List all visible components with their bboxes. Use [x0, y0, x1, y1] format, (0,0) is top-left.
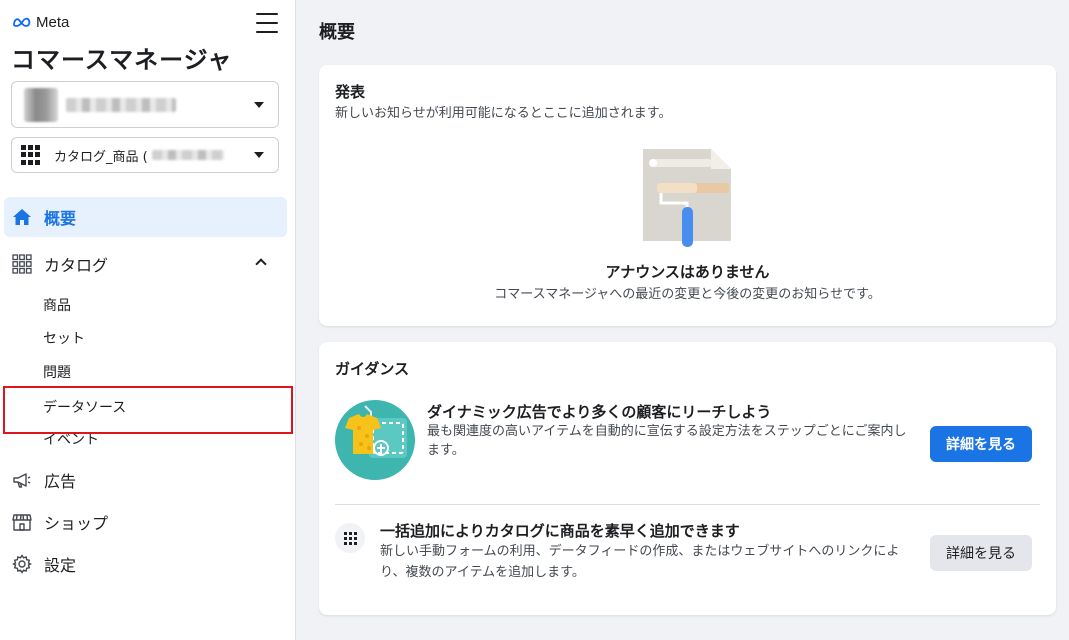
- nav-ads[interactable]: 広告: [4, 460, 287, 500]
- menu-icon[interactable]: [256, 13, 278, 33]
- home-icon: [11, 206, 33, 228]
- meta-infinity-icon: [13, 17, 31, 27]
- chevron-up-icon[interactable]: [255, 258, 267, 270]
- nav-shop-label: ショップ: [44, 514, 109, 533]
- bulk-add-grid-icon: [335, 523, 365, 553]
- subnav-sets[interactable]: セット: [43, 329, 85, 349]
- guide-item-1-desc: 最も関連度の高いアイテムを自動的に宣伝する設定方法をステップごとにご案内します。: [427, 424, 907, 458]
- page-title: 概要: [319, 22, 355, 43]
- account-selector[interactable]: [11, 81, 279, 128]
- nav-overview[interactable]: 概要: [4, 197, 287, 237]
- meta-logo[interactable]: Meta: [12, 12, 69, 32]
- dynamic-ads-learn-more-button[interactable]: 詳細を見る: [930, 426, 1032, 462]
- nav-settings[interactable]: 設定: [4, 544, 287, 584]
- catalog-grid-icon: [11, 253, 33, 275]
- divider: [335, 504, 1040, 505]
- announcements-title: 発表: [335, 83, 366, 101]
- caret-down-icon: [254, 152, 264, 158]
- caret-down-icon: [254, 101, 264, 108]
- subnav-issues[interactable]: 問題: [43, 363, 71, 383]
- gear-icon: [11, 553, 33, 575]
- catalog-selector-label: カタログ_商品 (: [54, 149, 148, 165]
- announcements-card: 発表 新しいお知らせが利用可能になるとここに追加されます。 アナウンスはありませ…: [319, 65, 1056, 326]
- paint-roller-illustration: [643, 149, 731, 247]
- bulk-add-learn-more-button[interactable]: 詳細を見る: [930, 535, 1032, 571]
- guide-item-2-desc: 新しい手動フォームの利用、データフィードの作成、またはウェブサイトへのリンクによ…: [380, 544, 900, 580]
- nav-shop[interactable]: ショップ: [4, 502, 287, 542]
- nav-catalog[interactable]: カタログ: [4, 244, 287, 284]
- guidance-title: ガイダンス: [335, 360, 410, 378]
- catalog-id-redacted: [151, 150, 224, 160]
- catalog-selector[interactable]: カタログ_商品 (: [11, 137, 279, 173]
- sidebar: Meta コマースマネージャ カタログ_商品 ( 概要 カタログ 商品 セット …: [0, 0, 296, 640]
- grid-icon: [21, 145, 41, 165]
- guide-item-2-title: 一括追加によりカタログに商品を素早く追加できます: [380, 522, 740, 540]
- storefront-icon: [11, 511, 33, 533]
- nav-settings-label: 設定: [44, 556, 77, 575]
- announcements-subtitle: 新しいお知らせが利用可能になるとここに追加されます。: [335, 106, 672, 121]
- empty-state-title: アナウンスはありません: [605, 263, 770, 281]
- empty-state-subtitle: コマースマネージャへの最近の変更と今後の変更のお知らせです。: [494, 287, 881, 302]
- nav-ads-label: 広告: [44, 472, 77, 491]
- nav-overview-label: 概要: [44, 209, 77, 228]
- megaphone-icon: [11, 469, 33, 491]
- brand-name: Meta: [36, 13, 70, 31]
- account-avatar: [24, 87, 58, 122]
- dynamic-ads-illustration: [335, 400, 415, 480]
- account-name-redacted: [66, 97, 176, 112]
- guide-item-1-title: ダイナミック広告でより多くの顧客にリーチしよう: [427, 403, 772, 421]
- app-title: コマースマネージャ: [11, 46, 233, 74]
- highlight-annotation: [3, 386, 293, 434]
- guidance-card: ガイダンス ダイナミック広告でより多くの顧客にリーチしよう 最も関連度の高いアイ…: [319, 342, 1056, 615]
- nav-catalog-label: カタログ: [44, 256, 109, 275]
- subnav-products[interactable]: 商品: [43, 296, 71, 316]
